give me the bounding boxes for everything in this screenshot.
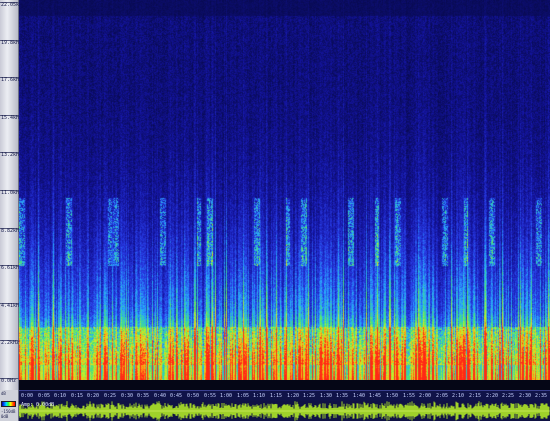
time-axis: 0:00 0:05 0:10 0:15 0:20 0:25 0:30 0:35 0:40 0:45…: [19, 390, 550, 401]
time-label: 1:40: [353, 393, 366, 399]
waveform-info: Amp: 0.00dB: [21, 402, 55, 408]
time-label: 1:15: [270, 393, 283, 399]
time-label: 0:30: [121, 393, 134, 399]
timeline-strip[interactable]: [19, 380, 550, 390]
time-label: 0:50: [187, 393, 200, 399]
time-label: 1:30: [320, 393, 333, 399]
time-label: 0:55: [204, 393, 217, 399]
color-scale-legend: dB -150dB 0dB: [0, 390, 19, 421]
time-label: 0:35: [137, 393, 150, 399]
time-label: 2:25: [502, 393, 515, 399]
time-label: 0:10: [54, 393, 67, 399]
time-label: 1:55: [403, 393, 416, 399]
time-label: 2:00: [419, 393, 432, 399]
time-label: 1:35: [336, 393, 349, 399]
waveform-graph: [19, 401, 550, 421]
spectrogram-display[interactable]: [19, 0, 550, 380]
scale-top-label: dB: [1, 391, 6, 396]
time-label: 2:05: [436, 393, 449, 399]
time-label: 1:10: [253, 393, 266, 399]
time-label: 0:05: [38, 393, 51, 399]
time-label: 2:35: [535, 393, 548, 399]
time-label: 0:45: [170, 393, 183, 399]
time-label: 0:25: [104, 393, 117, 399]
time-label: 1:45: [369, 393, 382, 399]
time-label: 1:05: [237, 393, 250, 399]
time-label: 2:10: [452, 393, 465, 399]
frequency-label: 2.2kHz: [1, 340, 20, 346]
time-label: 0:15: [71, 393, 84, 399]
frequency-axis: 22.05kHz 19.8kHz 17.6kHz 15.4kHz 13.2kHz 11.0…: [0, 0, 25, 390]
time-label: 0:00: [21, 393, 34, 399]
time-label: 2:20: [486, 393, 499, 399]
scale-max-label: 0dB: [1, 414, 9, 419]
time-label: 1:00: [220, 393, 233, 399]
time-label: 1:20: [287, 393, 300, 399]
time-label: 2:30: [519, 393, 532, 399]
time-label: 1:50: [386, 393, 399, 399]
time-label: 1:25: [303, 393, 316, 399]
frequency-label: 0.0Hz: [1, 378, 17, 384]
color-scale-icon: [1, 401, 16, 407]
time-label: 0:40: [154, 393, 167, 399]
time-label: 2:15: [469, 393, 482, 399]
time-label: 0:20: [87, 393, 100, 399]
waveform-panel[interactable]: Amp: 0.00dB: [19, 401, 550, 421]
